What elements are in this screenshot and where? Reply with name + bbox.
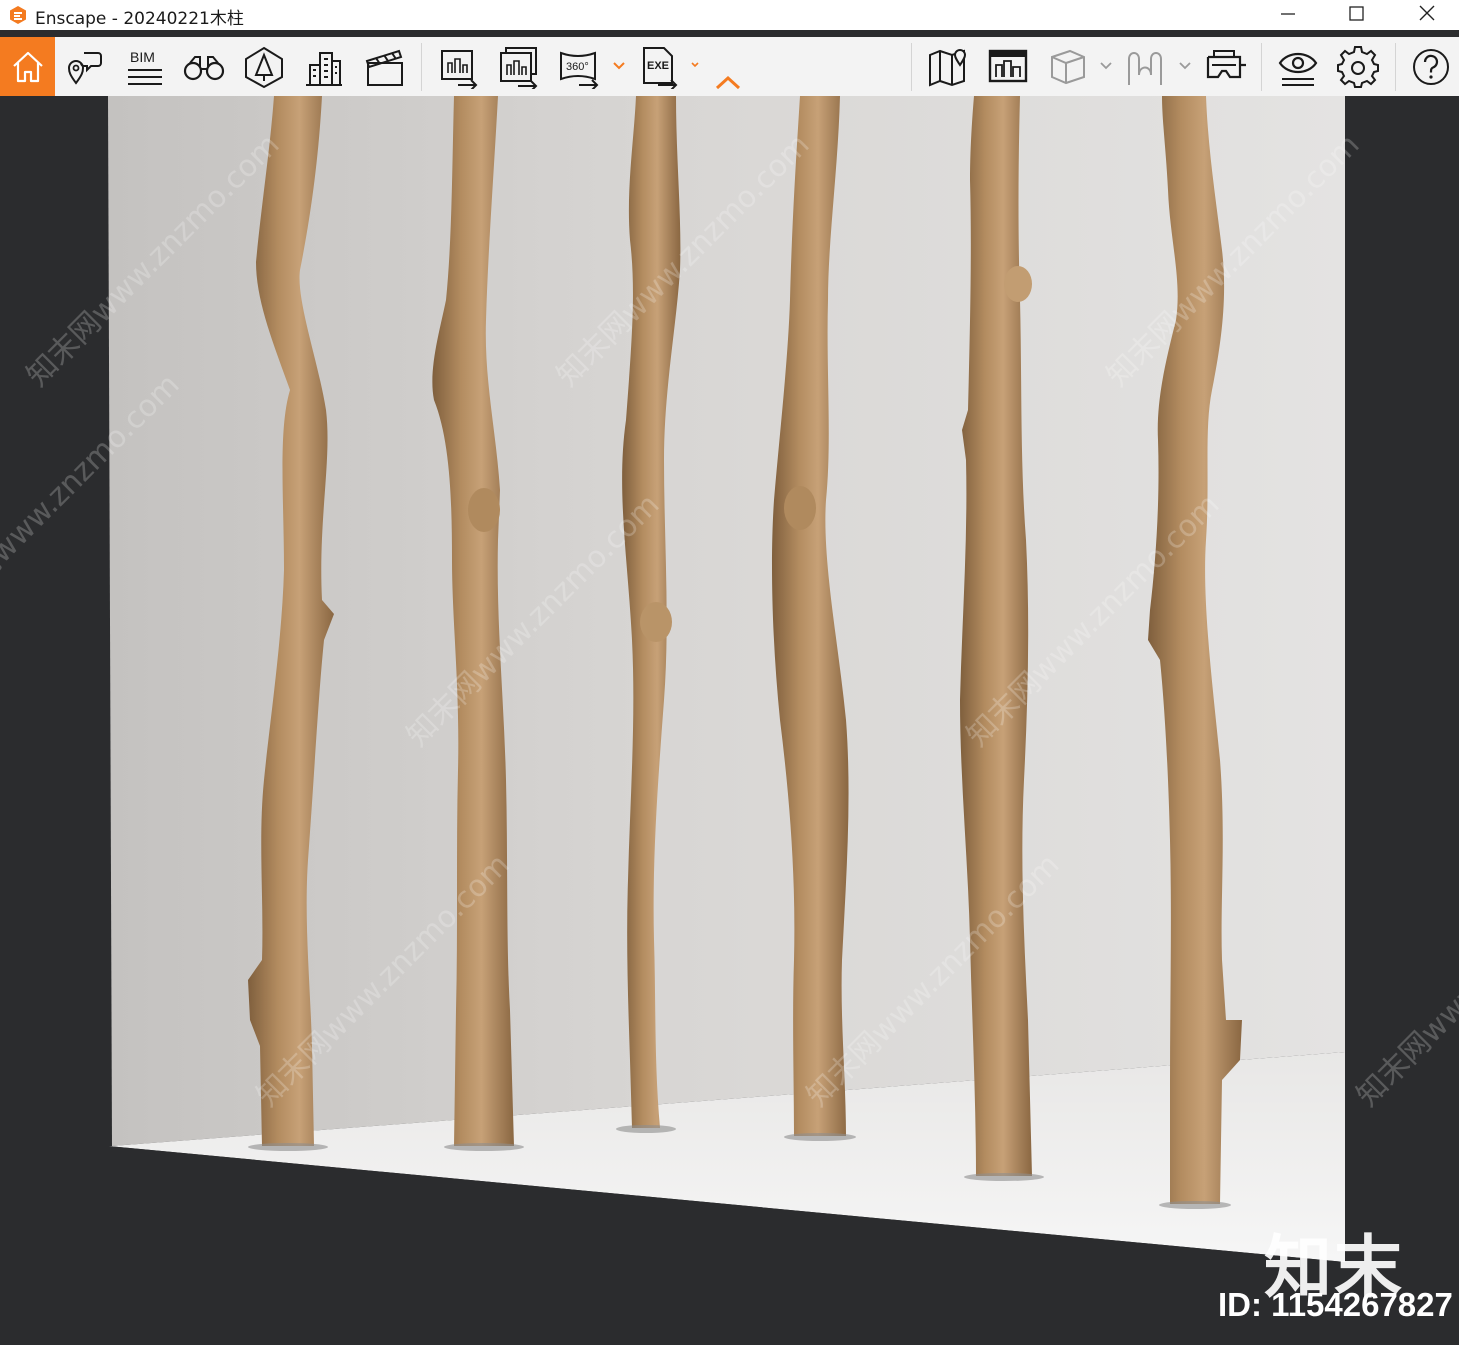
map-button[interactable] xyxy=(921,37,975,96)
site-context-button[interactable] xyxy=(297,37,351,96)
collapse-toolbar-chevron-up-icon[interactable] xyxy=(714,73,742,93)
log-shadow xyxy=(444,1143,524,1151)
object-button[interactable] xyxy=(1041,37,1095,96)
help-button[interactable] xyxy=(1404,37,1458,96)
vr-headset-icon xyxy=(1206,49,1246,78)
perspective-button[interactable] xyxy=(237,37,291,96)
log-shadow xyxy=(964,1173,1044,1181)
cube-icon xyxy=(1051,49,1085,84)
views-button[interactable] xyxy=(57,37,111,96)
export-exe-icon: EXE xyxy=(643,46,678,89)
log-shadow xyxy=(784,1133,856,1141)
batch-render-button[interactable] xyxy=(491,37,545,96)
panorama-button[interactable]: 360° xyxy=(551,37,605,96)
image-id: ID: 1154267827 xyxy=(1218,1286,1453,1323)
panorama-360-icon: 360° xyxy=(560,51,599,89)
asset-library-icon xyxy=(988,49,1028,82)
visual-settings-button[interactable] xyxy=(1271,37,1325,96)
panorama-dropdown-chevron-icon[interactable] xyxy=(612,55,626,75)
maximize-button[interactable] xyxy=(1333,0,1379,30)
wooden-log-knot xyxy=(784,486,816,530)
video-editor-button[interactable] xyxy=(357,37,411,96)
batch-render-icon xyxy=(500,46,538,89)
settings-gear-icon xyxy=(1337,45,1379,88)
title-bar: Enscape - 20240221木柱 xyxy=(0,0,1459,30)
toolbar-separator xyxy=(421,43,422,91)
log-shadow xyxy=(616,1125,676,1133)
material-button[interactable] xyxy=(1118,37,1172,96)
render-image-button[interactable] xyxy=(431,37,485,96)
settings-button[interactable] xyxy=(1331,37,1385,96)
toolbar-separator xyxy=(1261,43,1262,91)
toolbar: BIM 360° EXE xyxy=(0,37,1459,96)
close-icon xyxy=(1419,5,1435,21)
maximize-icon xyxy=(1349,6,1364,21)
wooden-log-knot xyxy=(1004,266,1032,302)
render-viewport[interactable]: 知末网www.znzmo.com 知末网www.znzmo.com 知末网www… xyxy=(0,96,1459,1345)
rendered-scene xyxy=(0,96,1345,1345)
minimize-icon xyxy=(1281,13,1295,15)
buildings-icon xyxy=(306,51,342,86)
panorama-label: 360° xyxy=(566,61,589,73)
help-icon xyxy=(1413,48,1449,85)
wooden-log-knot xyxy=(468,488,500,532)
object-dropdown-chevron-icon[interactable] xyxy=(1099,55,1113,75)
render-screenshot-icon xyxy=(441,49,478,89)
export-exe-button[interactable]: EXE xyxy=(631,37,685,96)
bim-icon: BIM xyxy=(128,49,162,85)
binoculars-icon xyxy=(183,55,225,80)
toolbar-separator xyxy=(911,43,912,91)
home-icon xyxy=(12,51,43,82)
minimize-button[interactable] xyxy=(1265,0,1311,30)
log-shadow xyxy=(248,1143,328,1151)
vr-headset-button[interactable] xyxy=(1197,37,1251,96)
map-icon xyxy=(929,48,967,86)
bim-label: BIM xyxy=(130,49,155,65)
export-dropdown-chevron-icon[interactable] xyxy=(688,55,702,75)
perspective-tree-icon xyxy=(245,46,283,88)
toolbar-separator xyxy=(1395,43,1396,91)
bim-button[interactable]: BIM xyxy=(117,37,171,96)
window-title: Enscape - 20240221木柱 xyxy=(35,9,244,29)
visual-settings-icon xyxy=(1278,52,1318,86)
wooden-log-knot xyxy=(640,602,672,642)
asset-library-button[interactable] xyxy=(981,37,1035,96)
material-icon xyxy=(1128,51,1162,85)
location-chat-icon xyxy=(67,51,102,85)
home-button[interactable] xyxy=(0,37,55,96)
close-button[interactable] xyxy=(1404,0,1450,30)
enscape-logo-icon xyxy=(10,6,26,24)
log-shadow xyxy=(1159,1201,1231,1209)
export-exe-label: EXE xyxy=(647,60,669,72)
material-dropdown-chevron-icon[interactable] xyxy=(1178,55,1192,75)
walk-mode-button[interactable] xyxy=(177,37,231,96)
clapperboard-icon xyxy=(365,49,403,86)
